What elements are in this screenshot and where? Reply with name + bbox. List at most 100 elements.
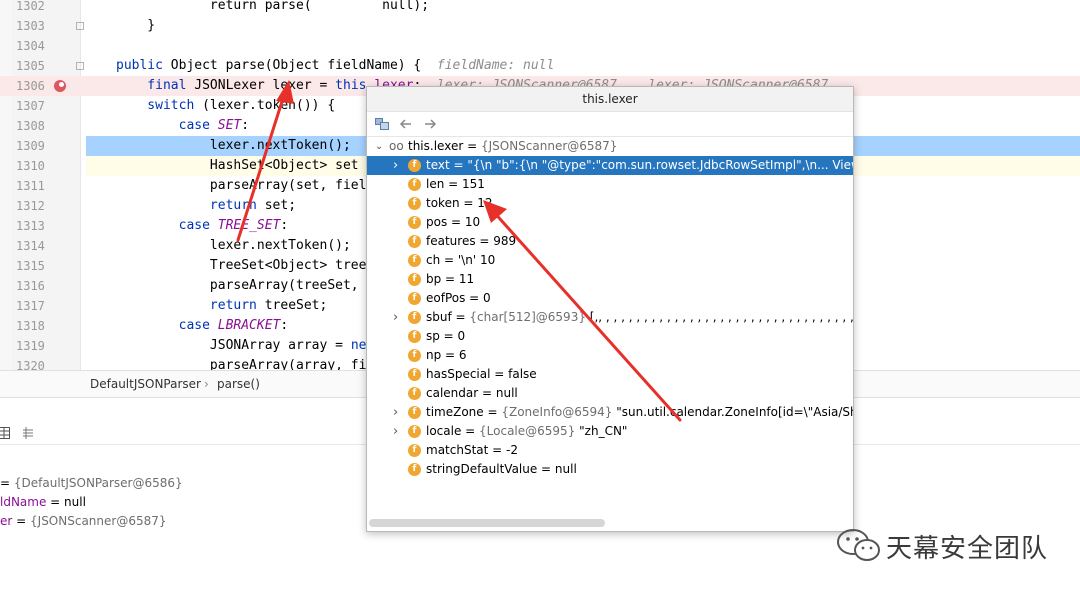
code-text: JSONArray array = new <box>116 336 374 356</box>
tree-field-row[interactable]: f sp = 0 <box>367 327 853 346</box>
variable-ref: {DefaultJSONParser@6586} <box>13 476 183 490</box>
tree-field-row[interactable]: f stringDefaultValue = null <box>367 460 853 479</box>
tree-field-row[interactable]: f ch = '\n' 10 <box>367 251 853 270</box>
breadcrumb-class[interactable]: DefaultJSONParser <box>90 377 201 391</box>
variable-value: = <box>12 514 31 528</box>
back-arrow-icon[interactable] <box>399 117 413 131</box>
field-label: calendar = null <box>426 386 518 400</box>
variable-row[interactable]: ldName = null <box>0 493 86 511</box>
code-token: final <box>116 78 195 93</box>
field-icon: f <box>408 349 421 362</box>
tree-field-row[interactable]: f eofPos = 0 <box>367 289 853 308</box>
field-icon: f <box>408 254 421 267</box>
tree-field-row[interactable]: f len = 151 <box>367 175 853 194</box>
code-token: case <box>116 118 218 133</box>
tree-field-row[interactable]: f matchStat = -2 <box>367 441 853 460</box>
code-token: : <box>280 218 289 233</box>
tree-field-row[interactable]: f hasSpecial = false <box>367 365 853 384</box>
tree-field-row[interactable]: › f sbuf = {char[512]@6593} [,, , , , , , … <box>367 308 853 327</box>
variable-value: = <box>0 476 14 490</box>
code-text: } <box>116 16 155 36</box>
code-token: parseArray(set, field <box>116 178 375 193</box>
tree-field-row[interactable]: f bp = 11 <box>367 270 853 289</box>
code-token: HashSet<Object> set = <box>116 158 383 173</box>
code-token: case <box>116 318 218 333</box>
line-number: 1312 <box>16 199 45 213</box>
field-label: stringDefaultValue = null <box>426 462 577 476</box>
code-line[interactable]: 1305 public Object parse(Object fieldName… <box>0 56 1080 76</box>
chevron-right-icon[interactable]: › <box>393 422 398 441</box>
watermark: 天幕安全团队 <box>836 524 1056 566</box>
tree-field-row[interactable]: f features = 989 <box>367 232 853 251</box>
code-text: return set; <box>116 196 296 216</box>
field-label: np = 6 <box>426 348 467 362</box>
tree-field-content: f bp = 11 <box>408 270 474 289</box>
chevron-right-icon[interactable]: › <box>393 308 398 327</box>
code-token: TREE_SET <box>217 218 281 233</box>
popup-toolbar <box>367 112 853 137</box>
line-number: 1313 <box>16 219 45 233</box>
tree-field-content: f stringDefaultValue = null <box>408 460 577 479</box>
code-token: parseArray(treeSet, f <box>116 278 375 293</box>
chevron-right-icon[interactable]: › <box>393 156 398 175</box>
field-ref: {ZoneInfo@6594} <box>501 405 613 419</box>
tree-root-ref: {JSONScanner@6587} <box>480 139 618 153</box>
code-line[interactable]: 1304 <box>0 36 1080 56</box>
code-line[interactable]: 1303 } <box>0 16 1080 36</box>
field-icon: f <box>408 235 421 248</box>
code-text: lexer.nextToken(); <box>116 236 351 256</box>
code-token: case <box>116 218 218 233</box>
table-view-icon[interactable] <box>0 427 10 439</box>
forward-arrow-icon[interactable] <box>423 117 437 131</box>
field-label: features = 989 <box>426 234 517 248</box>
code-text: case LBRACKET: <box>116 316 289 336</box>
evaluate-popup[interactable]: this.lexer ⌄ oo this.lexer = {JSONScanner@… <box>366 86 854 532</box>
tree-field-content: f token = 12 <box>408 194 493 213</box>
line-number: 1308 <box>16 119 45 133</box>
tree-root-label: this.lexer = {JSONScanner@6587} <box>408 137 617 156</box>
breakpoint-icon[interactable] <box>54 80 66 92</box>
tree-field-row[interactable]: f token = 12 <box>367 194 853 213</box>
tree-field-row[interactable]: › f text = "{\n "b":{\n "@type":"com.sun.r… <box>367 156 853 175</box>
horizontal-scrollbar[interactable] <box>369 519 605 527</box>
fold-icon[interactable] <box>76 62 84 70</box>
variable-ref: {JSONScanner@6587} <box>30 514 167 528</box>
tree-field-row[interactable]: › f locale = {Locale@6595} "zh_CN" <box>367 422 853 441</box>
code-token: TreeSet<Object> treeS <box>116 258 375 273</box>
tree-field-row[interactable]: f np = 6 <box>367 346 853 365</box>
variable-row[interactable]: er = {JSONScanner@6587} <box>0 512 167 530</box>
field-label: sp = 0 <box>426 329 466 343</box>
code-text: parseArray(set, field <box>116 176 374 196</box>
wechat-logo-icon <box>837 529 880 561</box>
code-token: : <box>241 118 250 133</box>
tree-field-row[interactable]: f pos = 10 <box>367 213 853 232</box>
code-token: lexer.nextToken(); <box>116 138 351 153</box>
fold-icon[interactable] <box>76 22 84 30</box>
code-text: parseArray(treeSet, f <box>116 276 374 296</box>
breadcrumb-method[interactable]: parse() <box>217 377 260 391</box>
tree-field-row[interactable]: › f timeZone = {ZoneInfo@6594} "sun.util.c… <box>367 403 853 422</box>
tree-field-content: f eofPos = 0 <box>408 289 491 308</box>
field-value: "{\n "b":{\n "@type":"com.sun.rowset.Jdb… <box>467 158 853 172</box>
chevron-right-icon[interactable]: › <box>393 403 398 422</box>
line-number: 1316 <box>16 279 45 293</box>
tree-root-row[interactable]: ⌄ oo this.lexer = {JSONScanner@6587} <box>367 137 853 156</box>
tree-field-row[interactable]: f calendar = null <box>367 384 853 403</box>
tree-field-content: f hasSpecial = false <box>408 365 537 384</box>
variable-row[interactable]: = {DefaultJSONParser@6586} <box>0 474 183 492</box>
tree-root-name: this.lexer = <box>408 139 481 153</box>
code-text: return treeSet; <box>116 296 327 316</box>
field-icon: f <box>408 197 421 210</box>
field-label: matchStat = -2 <box>426 443 518 457</box>
tree-settings-icon[interactable] <box>22 427 34 439</box>
code-line[interactable]: 1302 return parse( null); <box>0 0 1080 16</box>
field-icon: f <box>408 406 421 419</box>
chevron-down-icon[interactable]: ⌄ <box>375 137 383 156</box>
field-label: bp = 11 <box>426 272 475 286</box>
field-label: locale = <box>426 424 480 438</box>
field-label: token = 12 <box>426 196 493 210</box>
field-label: len = 151 <box>426 177 485 191</box>
field-label: sbuf = <box>426 310 470 324</box>
watch-add-icon[interactable] <box>375 118 389 130</box>
